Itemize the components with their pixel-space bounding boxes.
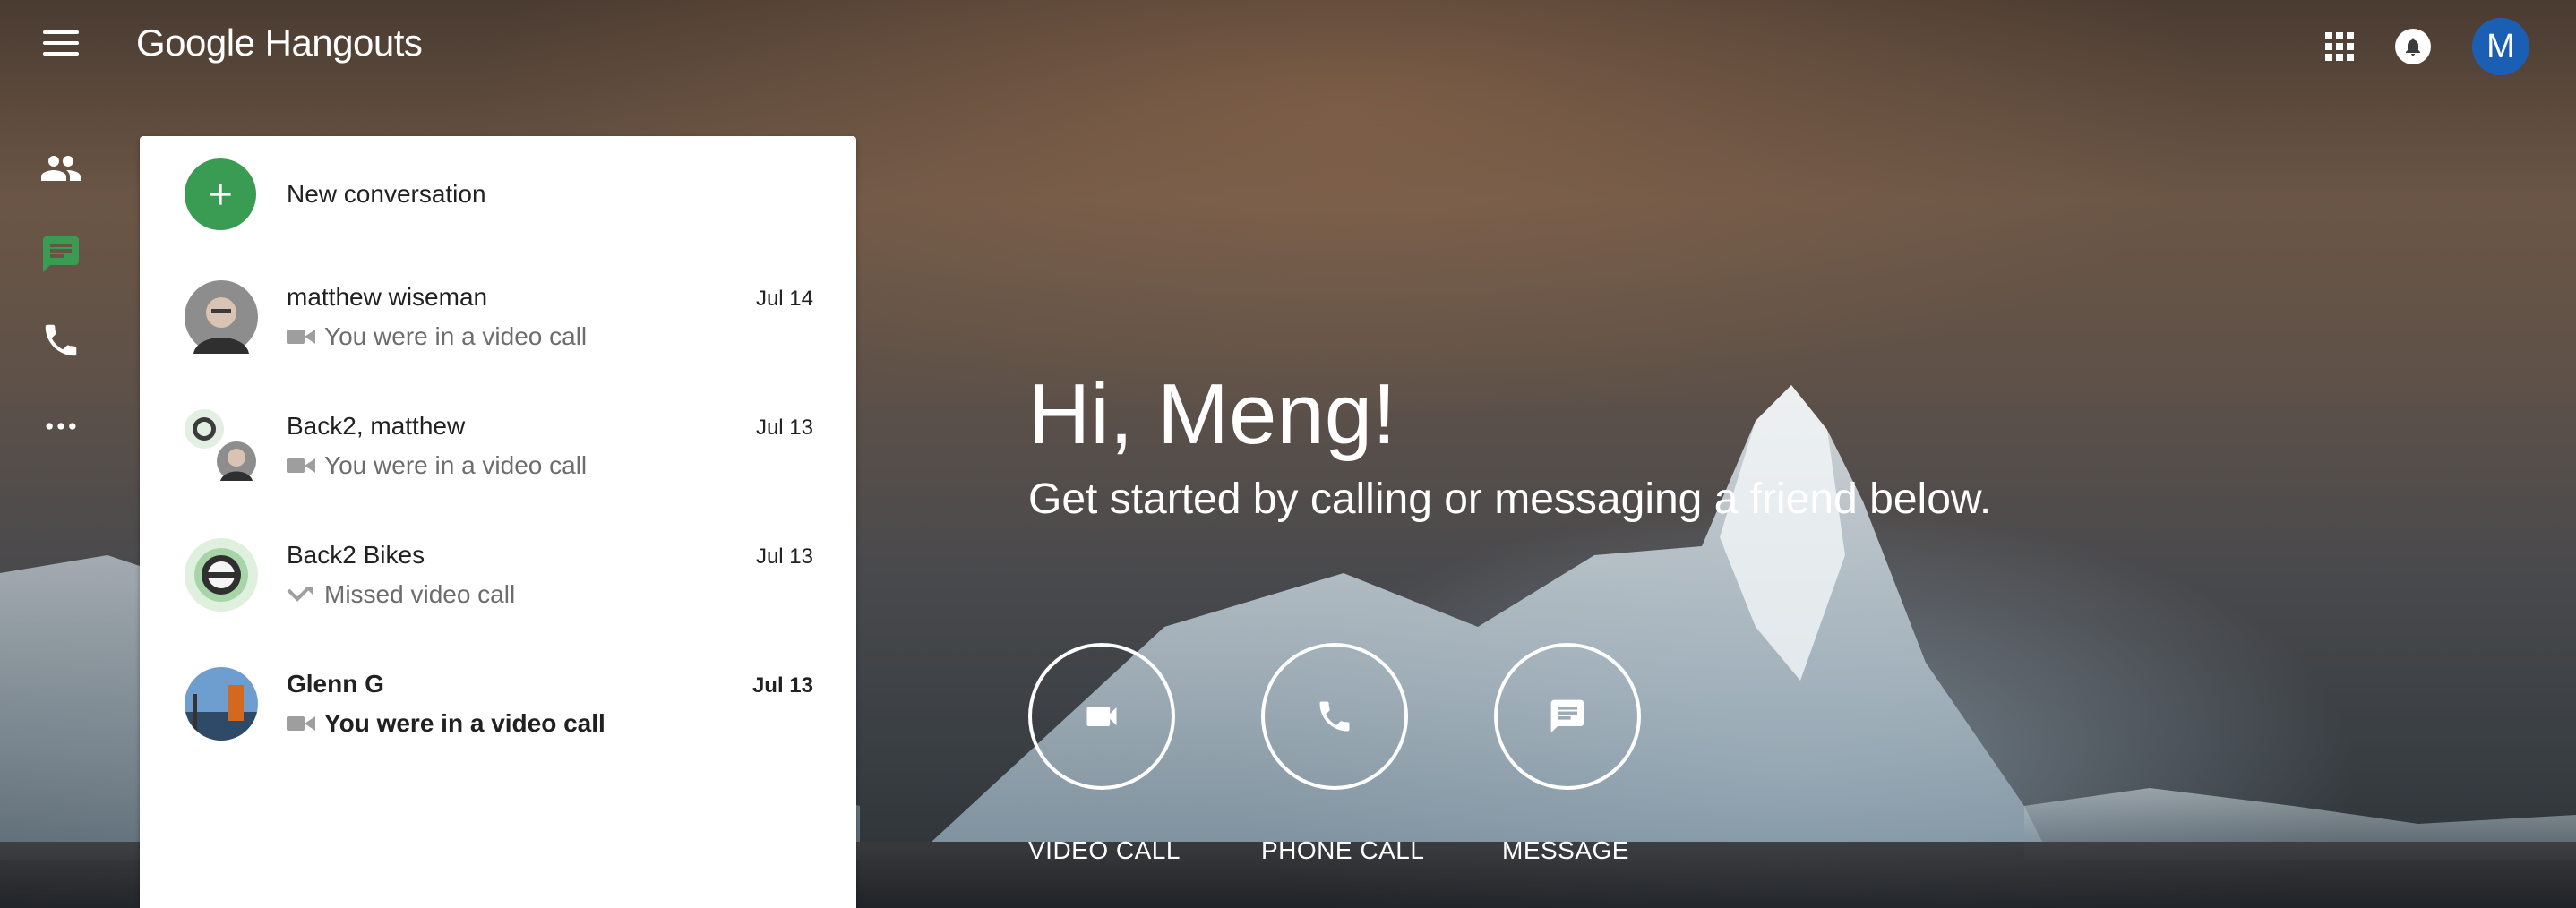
conversation-item[interactable]: Glenn G Jul 13 You were in a video call <box>140 639 856 768</box>
conversation-name: Glenn G <box>287 670 384 698</box>
message-icon <box>1494 643 1641 790</box>
rail-item-conversations[interactable] <box>34 211 88 297</box>
video-icon <box>287 330 315 344</box>
people-icon <box>41 156 81 181</box>
notifications-bell-icon[interactable] <box>2395 29 2431 64</box>
video-call-button[interactable]: VIDEO CALL <box>1028 643 1181 865</box>
phone-icon <box>45 324 77 356</box>
more-horiz-icon <box>46 423 76 430</box>
phone-icon <box>1261 643 1408 790</box>
logo-google-text: Google <box>136 21 255 64</box>
missed-call-icon <box>287 587 313 602</box>
avatar <box>185 667 258 741</box>
conversation-item[interactable]: Back2 Bikes Jul 13 Missed video call <box>140 510 856 639</box>
header-actions: M <box>2325 18 2529 75</box>
conversation-name: Back2 Bikes <box>287 541 425 569</box>
main-menu-button[interactable] <box>36 25 86 61</box>
conversation-name: matthew wiseman <box>287 283 488 311</box>
menu-icon-bar <box>43 52 79 56</box>
hangouts-app: Google Hangouts M New conversation matth… <box>0 0 2576 908</box>
menu-icon-bar <box>43 30 79 34</box>
video-icon <box>287 716 315 731</box>
quick-actions: VIDEO CALL PHONE CALL MESSAGE <box>1028 643 1641 865</box>
video-call-label: VIDEO CALL <box>1028 836 1181 864</box>
logo-product-text: Hangouts <box>264 21 423 64</box>
apps-grid-icon[interactable] <box>2325 32 2354 61</box>
conversation-status: You were in a video call <box>324 451 588 479</box>
message-label: MESSAGE <box>1502 836 1629 864</box>
group-avatar <box>185 409 258 483</box>
plus-icon <box>185 158 256 230</box>
rail-item-more[interactable] <box>34 383 88 469</box>
greeting-subtitle: Get started by calling or messaging a fr… <box>1028 475 1992 523</box>
new-conversation-button[interactable]: New conversation <box>140 136 856 253</box>
conversation-date: Jul 13 <box>755 544 813 569</box>
greeting-heading: Hi, Meng! <box>1028 366 1396 462</box>
conversation-status: You were in a video call <box>324 709 605 737</box>
avatar <box>185 280 258 354</box>
message-button[interactable]: MESSAGE <box>1494 643 1641 865</box>
chat-icon <box>43 236 79 272</box>
app-logo[interactable]: Google Hangouts <box>136 21 423 64</box>
video-icon <box>287 458 315 473</box>
rail-item-phone-calls[interactable] <box>34 297 88 383</box>
rail-item-contacts[interactable] <box>34 125 88 211</box>
account-avatar[interactable]: M <box>2472 18 2529 75</box>
conversation-list-panel: New conversation matthew wiseman Jul 14 <box>140 136 856 908</box>
conversation-item[interactable]: matthew wiseman Jul 14 You were in a vid… <box>140 253 856 381</box>
phone-call-label: PHONE CALL <box>1261 836 1425 864</box>
conversation-date: Jul 13 <box>755 415 813 440</box>
conversation-item[interactable]: Back2, matthew Jul 13 You were in a vide… <box>140 381 856 510</box>
videocam-icon <box>1028 643 1175 790</box>
conversation-status: You were in a video call <box>324 322 588 350</box>
conversation-date: Jul 14 <box>755 287 813 311</box>
conversation-date: Jul 13 <box>751 673 813 698</box>
phone-call-button[interactable]: PHONE CALL <box>1261 643 1425 865</box>
avatar <box>185 538 258 612</box>
menu-icon-bar <box>43 41 79 45</box>
conversation-name: Back2, matthew <box>287 412 466 440</box>
conversation-status: Missed video call <box>324 580 516 608</box>
new-conversation-label: New conversation <box>287 180 486 208</box>
left-nav-rail <box>34 125 88 469</box>
